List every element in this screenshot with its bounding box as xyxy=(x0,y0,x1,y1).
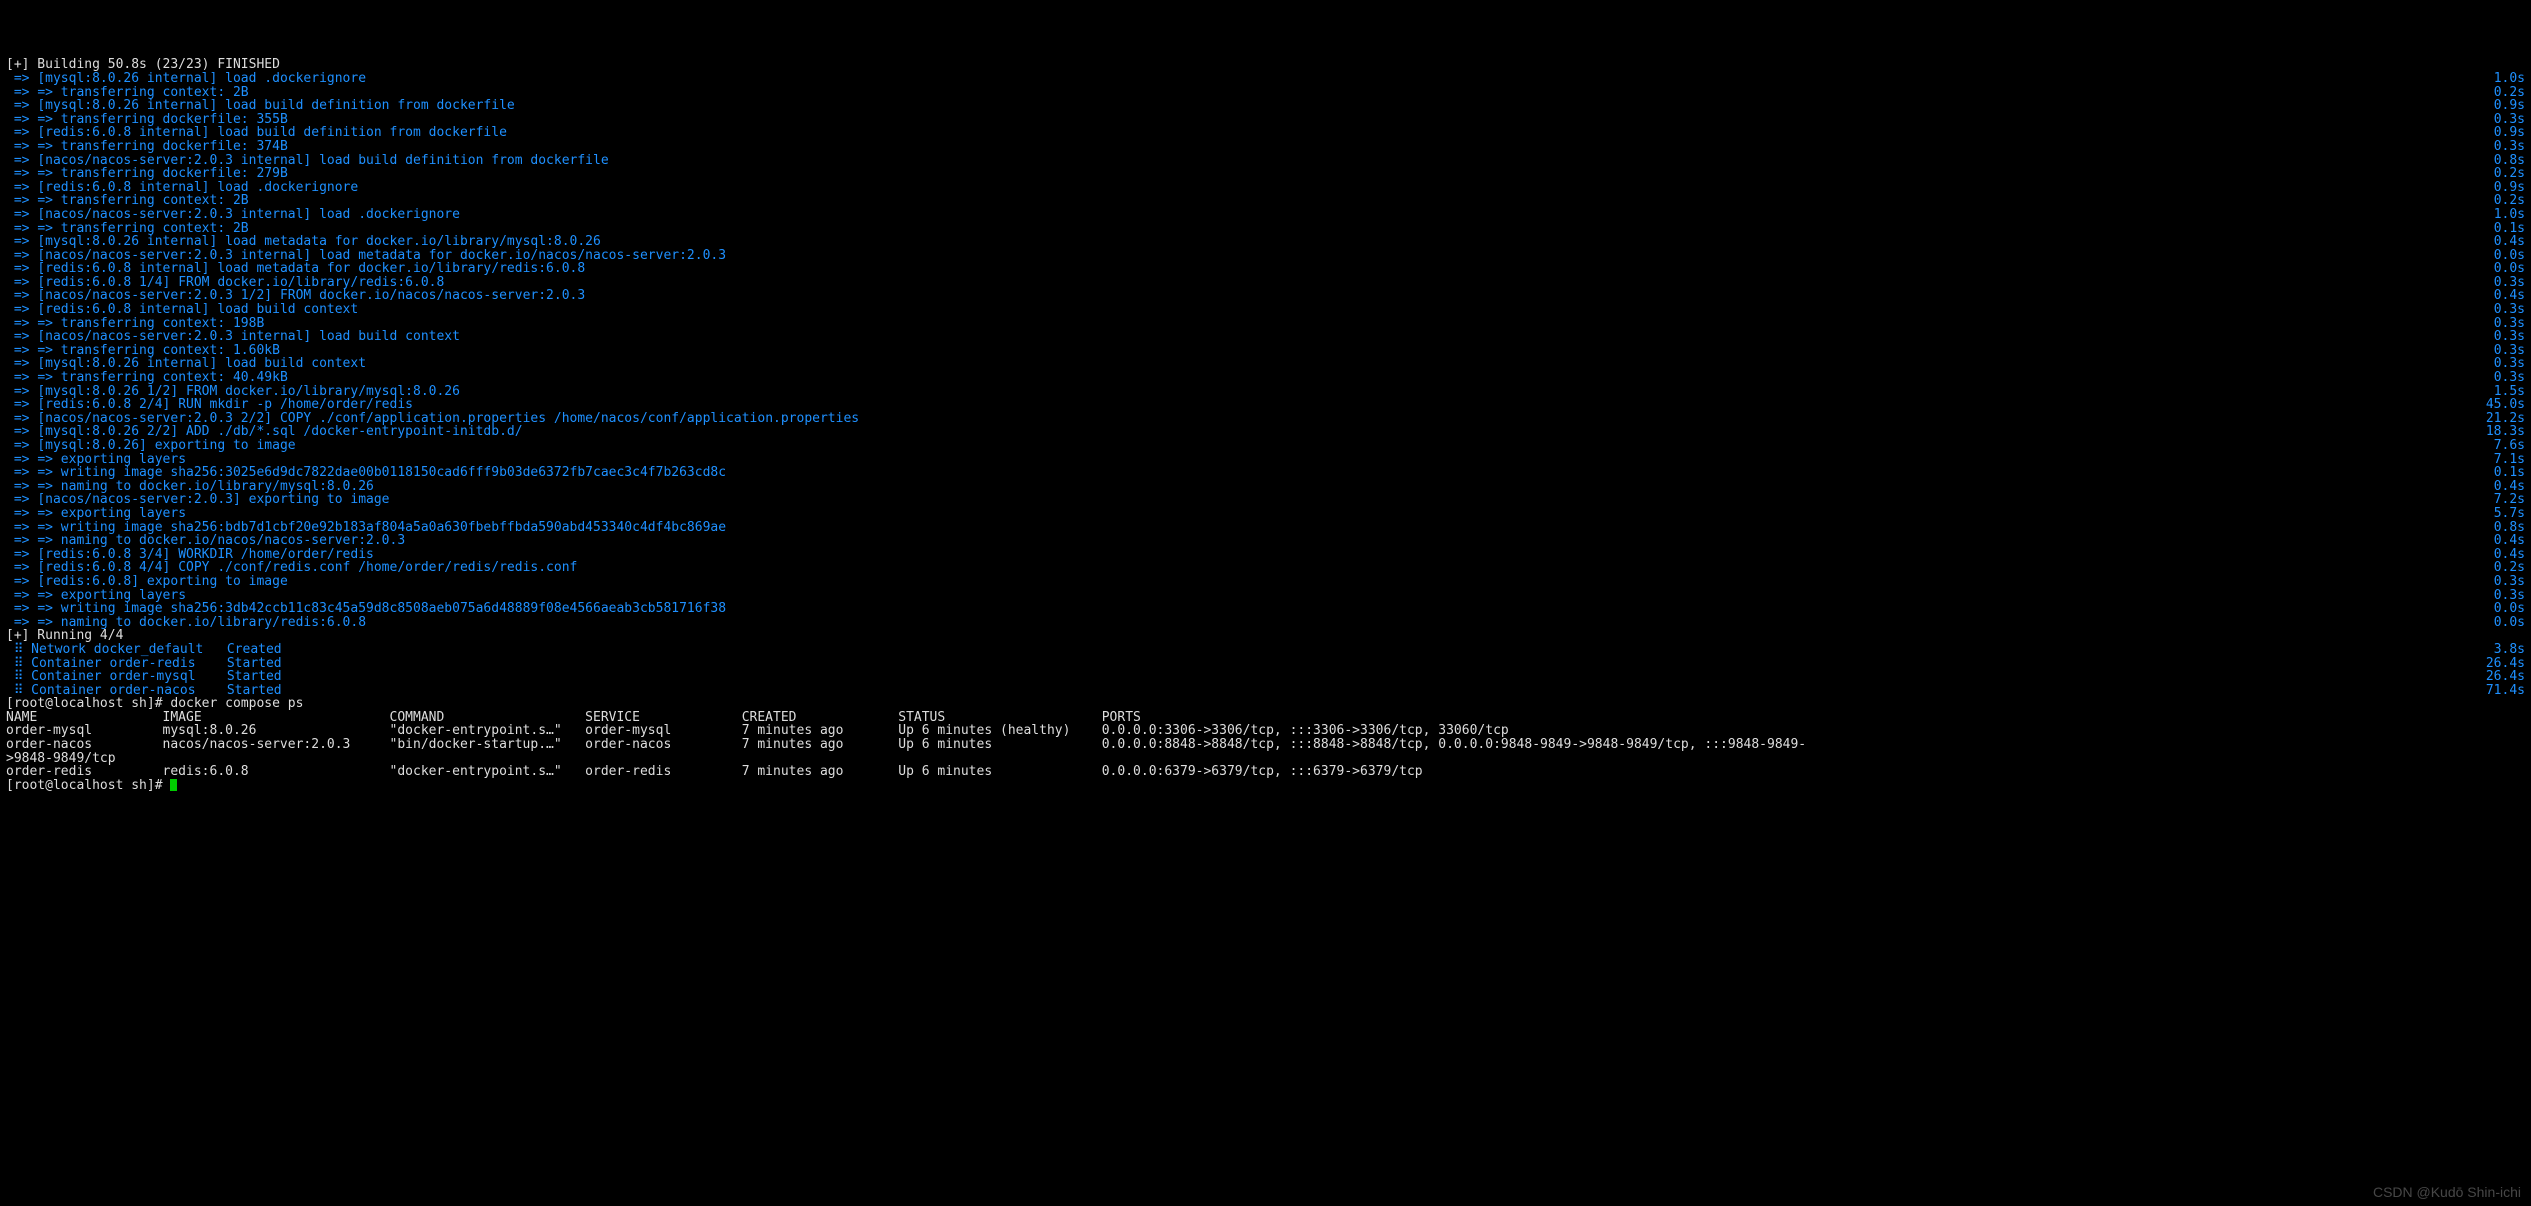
ps-row: >9848-9849/tcp xyxy=(6,752,2525,766)
build-step-line: => [mysql:8.0.26 internal] load build de… xyxy=(6,99,2525,113)
ps-header: NAME IMAGE COMMAND SERVICE CREATED STATU… xyxy=(6,711,2525,725)
build-step-line: => => exporting layers0.3s xyxy=(6,589,2525,603)
build-step-line: => => transferring context: 2B0.1s xyxy=(6,222,2525,236)
build-step-line: => => writing image sha256:3025e6d9dc782… xyxy=(6,466,2525,480)
cursor-icon xyxy=(170,779,177,791)
build-step-line: => => transferring dockerfile: 374B0.3s xyxy=(6,140,2525,154)
build-step-line: => [mysql:8.0.26 internal] load build co… xyxy=(6,357,2525,371)
build-step-line: => [nacos/nacos-server:2.0.3 2/2] COPY .… xyxy=(6,412,2525,426)
build-step-line: => [mysql:8.0.26] exporting to image7.6s xyxy=(6,439,2525,453)
build-step-line: => [redis:6.0.8 internal] load build con… xyxy=(6,303,2525,317)
build-step-line: => => writing image sha256:bdb7d1cbf20e9… xyxy=(6,521,2525,535)
build-step-line: => [redis:6.0.8 3/4] WORKDIR /home/order… xyxy=(6,548,2525,562)
running-line: ⠿ Container order-mysql Started26.4s xyxy=(6,670,2525,684)
prompt-line[interactable]: [root@localhost sh]# docker compose ps xyxy=(6,697,2525,711)
build-step-line: => [nacos/nacos-server:2.0.3 internal] l… xyxy=(6,330,2525,344)
prompt-line-empty[interactable]: [root@localhost sh]# xyxy=(6,779,2525,793)
ps-row: order-mysql mysql:8.0.26 "docker-entrypo… xyxy=(6,724,2525,738)
ps-row: order-nacos nacos/nacos-server:2.0.3 "bi… xyxy=(6,738,2525,752)
build-step-line: => => transferring context: 2B0.2s xyxy=(6,194,2525,208)
build-step-line: => => transferring context: 40.49kB0.3s xyxy=(6,371,2525,385)
build-step-line: => [nacos/nacos-server:2.0.3 internal] l… xyxy=(6,154,2525,168)
build-header: [+] Building 50.8s (23/23) FINISHED xyxy=(6,58,280,72)
build-step-line: => [mysql:8.0.26 2/2] ADD ./db/*.sql /do… xyxy=(6,425,2525,439)
build-step-line: => [nacos/nacos-server:2.0.3 internal] l… xyxy=(6,249,2525,263)
running-header: [+] Running 4/4 xyxy=(6,629,123,643)
build-step-line: => => transferring dockerfile: 279B0.2s xyxy=(6,167,2525,181)
watermark-text: CSDN @Kudō Shin-ichi xyxy=(2373,1186,2521,1200)
build-step-line: => => transferring context: 1.60kB0.3s xyxy=(6,344,2525,358)
build-step-line: => [nacos/nacos-server:2.0.3 internal] l… xyxy=(6,208,2525,222)
build-step-line: => [redis:6.0.8 internal] load build def… xyxy=(6,126,2525,140)
build-step-line: => [redis:6.0.8 1/4] FROM docker.io/libr… xyxy=(6,276,2525,290)
build-step-line: => => writing image sha256:3db42ccb11c83… xyxy=(6,602,2525,616)
ps-row: order-redis redis:6.0.8 "docker-entrypoi… xyxy=(6,765,2525,779)
build-step-line: => => exporting layers7.1s xyxy=(6,453,2525,467)
build-step-line: => => transferring dockerfile: 355B0.3s xyxy=(6,113,2525,127)
terminal-output: [+] Building 50.8s (23/23) FINISHED => [… xyxy=(6,58,2525,792)
build-step-line: => [redis:6.0.8] exporting to image0.3s xyxy=(6,575,2525,589)
build-step-line: => [mysql:8.0.26 internal] load metadata… xyxy=(6,235,2525,249)
build-step-line: => [mysql:8.0.26 1/2] FROM docker.io/lib… xyxy=(6,385,2525,399)
running-line: ⠿ Network docker_default Created3.8s xyxy=(6,643,2525,657)
build-step-line: => [nacos/nacos-server:2.0.3 1/2] FROM d… xyxy=(6,289,2525,303)
build-step-line: => [redis:6.0.8 internal] load .dockerig… xyxy=(6,181,2525,195)
build-step-line: => [redis:6.0.8 2/4] RUN mkdir -p /home/… xyxy=(6,398,2525,412)
build-step-line: => [nacos/nacos-server:2.0.3] exporting … xyxy=(6,493,2525,507)
build-step-line: => [mysql:8.0.26 internal] load .dockeri… xyxy=(6,72,2525,86)
build-step-line: => => naming to docker.io/nacos/nacos-se… xyxy=(6,534,2525,548)
running-line: ⠿ Container order-redis Started26.4s xyxy=(6,657,2525,671)
build-step-line: => => naming to docker.io/library/mysql:… xyxy=(6,480,2525,494)
running-line: ⠿ Container order-nacos Started71.4s xyxy=(6,684,2525,698)
build-step-line: => => transferring context: 2B0.2s xyxy=(6,86,2525,100)
build-step-line: => [redis:6.0.8 4/4] COPY ./conf/redis.c… xyxy=(6,561,2525,575)
build-step-line: => [redis:6.0.8 internal] load metadata … xyxy=(6,262,2525,276)
build-step-line: => => transferring context: 198B0.3s xyxy=(6,317,2525,331)
build-step-line: => => exporting layers5.7s xyxy=(6,507,2525,521)
build-step-line: => => naming to docker.io/library/redis:… xyxy=(6,616,2525,630)
